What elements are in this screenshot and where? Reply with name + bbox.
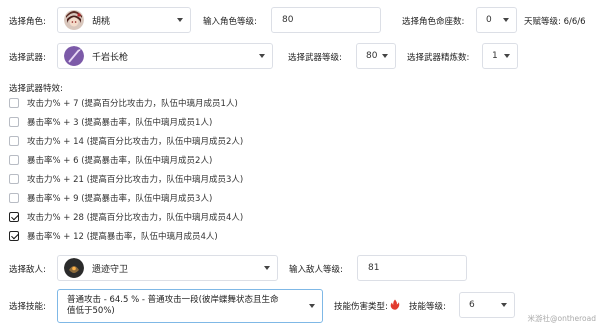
damage-type-label: 技能伤害类型: [334,302,388,312]
weapon-effect-label: 攻击力% + 7 (提高百分比攻击力，队伍中璃月成员1人) [27,99,238,109]
checkbox-icon[interactable] [9,98,19,108]
skill-select[interactable]: 普通攻击 - 64.5 % - 普通攻击一段(彼岸蝶舞状态且生命 值低于50%) [57,289,323,323]
skill-level-value: 6 [469,300,475,310]
weapon-effect-label: 攻击力% + 28 (提高百分比攻击力，队伍中璃月成员4人) [27,213,244,223]
chevron-down-icon [309,304,315,308]
weapon-effect-option[interactable]: 暴击率% + 9 (提高暴击率，队伍中璃月成员3人) [9,191,212,205]
chevron-down-icon [503,18,509,22]
ruin-guard-enemy-icon [64,258,84,278]
weapon-refine-select[interactable]: 1 [482,43,518,69]
checkbox-icon[interactable] [9,117,19,127]
character-select[interactable]: 胡桃 [57,7,191,33]
weapon-effect-option[interactable]: 攻击力% + 7 (提高百分比攻击力，队伍中璃月成员1人) [9,96,238,110]
character-level-input[interactable]: 80 [271,7,381,33]
checkbox-icon[interactable] [9,193,19,203]
weapon-refine-value: 1 [492,51,498,61]
skill-level-select[interactable]: 6 [459,292,515,318]
skill-selected-line2: 值低于50%) [67,306,115,316]
character-level-value: 80 [282,15,294,25]
weapon-effect-label: 攻击力% + 21 (提高百分比攻击力，队伍中璃月成员3人) [27,175,244,185]
weapon-effect-label: 攻击力% + 14 (提高百分比攻击力，队伍中璃月成员2人) [27,137,244,147]
weapon-level-value: 80 [366,51,378,61]
enemy-selected: 遗迹守卫 [92,264,129,275]
enemy-select[interactable]: 遗迹守卫 [57,255,278,281]
weapon-effect-option[interactable]: 暴击率% + 6 (提高暴击率，队伍中璃月成员2人) [9,153,212,167]
weapon-level-label: 选择武器等级: [288,53,342,63]
weapon-selected: 千岩长枪 [92,52,129,63]
checkbox-checked-icon[interactable] [9,231,19,241]
enemy-label: 选择敌人: [9,265,46,275]
enemy-level-value: 81 [368,263,380,273]
pyro-fire-icon [390,299,400,310]
constellation-select[interactable]: 0 [476,7,517,33]
checkbox-icon[interactable] [9,136,19,146]
chevron-down-icon [177,18,183,22]
weapon-effects-label: 选择武器特效: [9,84,63,94]
weapon-effect-option[interactable]: 攻击力% + 28 (提高百分比攻击力，队伍中璃月成员4人) [9,210,243,224]
skill-selected-line1: 普通攻击 - 64.5 % - 普通攻击一段(彼岸蝶舞状态且生命 [67,295,279,305]
weapon-effect-label: 暴击率% + 3 (提高暴击率，队伍中璃月成员1人) [27,118,213,128]
checkbox-icon[interactable] [9,155,19,165]
enemy-level-input[interactable]: 81 [357,255,467,281]
weapon-effect-option[interactable]: 攻击力% + 21 (提高百分比攻击力，队伍中璃月成员3人) [9,172,243,186]
constellation-label: 选择角色命座数: [402,17,465,27]
chevron-down-icon [504,54,510,58]
weapon-effect-label: 暴击率% + 6 (提高暴击率，队伍中璃月成员2人) [27,156,213,166]
character-label: 选择角色: [9,17,46,27]
constellation-value: 0 [486,15,492,25]
weapon-label: 选择武器: [9,53,46,63]
character-selected: 胡桃 [92,16,111,27]
chevron-down-icon [382,54,388,58]
talent-level: 天赋等级: 6/6/6 [524,17,586,27]
character-level-label: 输入角色等级: [203,17,257,27]
weapon-select[interactable]: 千岩长枪 [57,43,273,69]
chevron-down-icon [259,54,265,58]
skill-level-label: 技能等级: [409,302,446,312]
weapon-refine-label: 选择武器精炼数: [407,53,470,63]
weapon-effect-label: 暴击率% + 9 (提高暴击率，队伍中璃月成员3人) [27,194,213,204]
chevron-down-icon [501,303,507,307]
weapon-effect-label: 暴击率% + 12 (提高暴击率，队伍中璃月成员4人) [27,232,218,242]
weapon-level-select[interactable]: 80 [356,43,396,69]
checkbox-checked-icon[interactable] [9,212,19,222]
checkbox-icon[interactable] [9,174,19,184]
hutao-avatar-icon [64,10,84,30]
weapon-effect-option[interactable]: 暴击率% + 12 (提高暴击率，队伍中璃月成员4人) [9,229,218,243]
skill-label: 选择技能: [9,302,46,312]
enemy-level-label: 输入敌人等级: [289,265,343,275]
weapon-effect-option[interactable]: 攻击力% + 14 (提高百分比攻击力，队伍中璃月成员2人) [9,134,243,148]
chevron-down-icon [264,266,270,270]
watermark: 米游社@ontheroad [527,314,596,323]
weapon-effect-option[interactable]: 暴击率% + 3 (提高暴击率，队伍中璃月成员1人) [9,115,212,129]
spear-weapon-icon [64,46,84,66]
